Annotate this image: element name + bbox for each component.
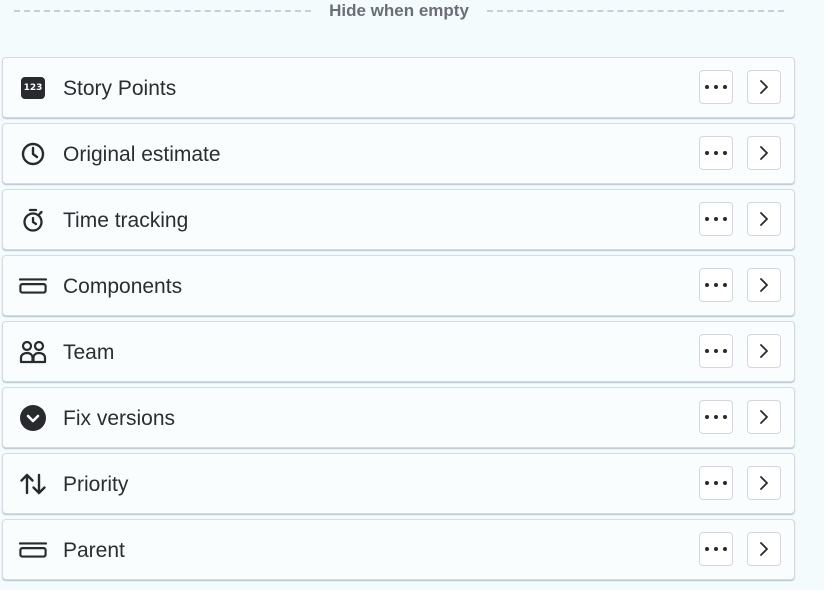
- field-row-story-points[interactable]: 123 Story Points: [2, 57, 795, 118]
- field-row-priority[interactable]: Priority: [2, 453, 795, 514]
- more-dots-icon: [705, 85, 727, 89]
- more-actions-button[interactable]: [699, 268, 733, 302]
- open-field-button[interactable]: [747, 202, 781, 236]
- chevron-right-icon: [760, 410, 768, 424]
- chevron-right-icon: [760, 80, 768, 94]
- field-label: Parent: [63, 539, 125, 562]
- field-list: 123 Story Points Original estimate Time …: [2, 57, 795, 585]
- chevron-right-icon: [760, 476, 768, 490]
- field-row-fix-versions[interactable]: Fix versions: [2, 387, 795, 448]
- field-label: Time tracking: [63, 209, 189, 232]
- more-actions-button[interactable]: [699, 400, 733, 434]
- open-field-button[interactable]: [747, 70, 781, 104]
- more-dots-icon: [705, 481, 727, 485]
- chevron-right-icon: [760, 278, 768, 292]
- open-field-button[interactable]: [747, 532, 781, 566]
- people-icon: [19, 339, 47, 365]
- more-actions-button[interactable]: [699, 70, 733, 104]
- version-chevron-icon: [19, 405, 47, 431]
- open-field-button[interactable]: [747, 268, 781, 302]
- field-row-team[interactable]: Team: [2, 321, 795, 382]
- more-actions-button[interactable]: [699, 334, 733, 368]
- field-label: Original estimate: [63, 143, 221, 166]
- open-field-button[interactable]: [747, 400, 781, 434]
- chevron-right-icon: [760, 146, 768, 160]
- more-dots-icon: [705, 547, 727, 551]
- field-label: Components: [63, 275, 183, 298]
- field-row-time-tracking[interactable]: Time tracking: [2, 189, 795, 250]
- divider-line-left: [14, 10, 312, 12]
- clock-icon: [19, 141, 47, 167]
- more-dots-icon: [705, 415, 727, 419]
- chevron-right-icon: [760, 344, 768, 358]
- more-dots-icon: [705, 151, 727, 155]
- field-row-components[interactable]: Components: [2, 255, 795, 316]
- chevron-right-icon: [760, 542, 768, 556]
- stopwatch-icon: [19, 207, 47, 233]
- field-row-original-estimate[interactable]: Original estimate: [2, 123, 795, 184]
- hide-when-empty-divider: Hide when empty: [14, 0, 784, 22]
- divider-line-right: [486, 10, 784, 12]
- more-actions-button[interactable]: [699, 202, 733, 236]
- more-actions-button[interactable]: [699, 466, 733, 500]
- component-icon: [19, 273, 47, 299]
- open-field-button[interactable]: [747, 466, 781, 500]
- parent-icon: [19, 537, 47, 563]
- number-badge-icon: 123: [19, 75, 47, 101]
- field-configuration-panel: Hide when empty 123 Story Points Origina…: [0, 0, 824, 590]
- more-actions-button[interactable]: [699, 532, 733, 566]
- priority-arrows-icon: [19, 471, 47, 497]
- field-label: Priority: [63, 473, 129, 496]
- field-label: Fix versions: [63, 407, 176, 430]
- chevron-right-icon: [760, 212, 768, 226]
- number-badge-text: 123: [21, 77, 45, 99]
- field-label: Story Points: [63, 77, 177, 100]
- more-dots-icon: [705, 217, 727, 221]
- field-row-parent[interactable]: Parent: [2, 519, 795, 580]
- more-dots-icon: [705, 349, 727, 353]
- field-label: Team: [63, 341, 115, 364]
- more-actions-button[interactable]: [699, 136, 733, 170]
- open-field-button[interactable]: [747, 136, 781, 170]
- divider-label: Hide when empty: [329, 1, 469, 20]
- more-dots-icon: [705, 283, 727, 287]
- open-field-button[interactable]: [747, 334, 781, 368]
